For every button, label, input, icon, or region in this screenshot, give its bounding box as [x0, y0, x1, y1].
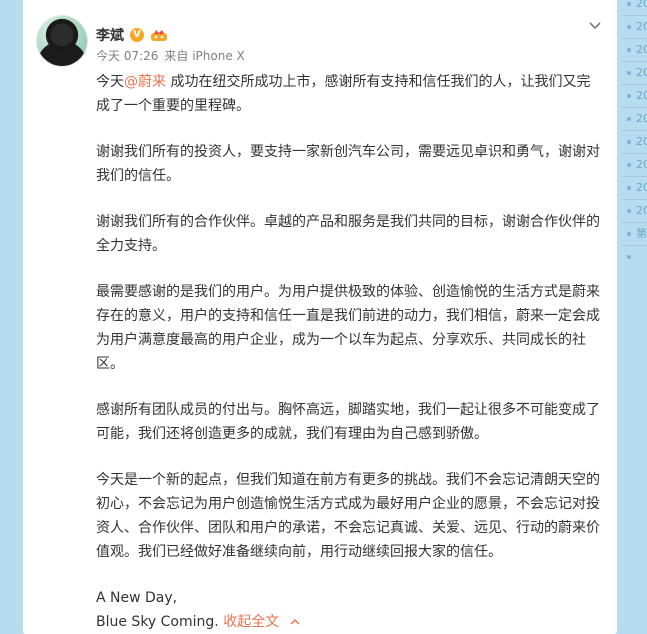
mention-link[interactable]: @蔚来 [124, 74, 166, 90]
post-paragraph: 谢谢我们所有的合作伙伴。卓越的产品和服务是我们共同的目标，谢谢合作伙伴的全力支持… [96, 214, 600, 254]
post-source: 来自 iPhone X [164, 49, 245, 63]
sidebar-year-item[interactable]: 20 [622, 153, 647, 176]
verified-badge: V [130, 28, 144, 42]
post-content: 今天@蔚来 成功在纽交所成功上市，感谢所有支持和信任我们的人，让我们又完成了一个… [96, 70, 604, 634]
sidebar-year-item[interactable]: 20 [622, 61, 647, 84]
sidebar-year-item[interactable]: 20 [622, 15, 647, 38]
post-paragraph: 今天是一个新的起点，但我们知道在前方有更多的挑战。我们不会忘记清朗天空的初心，不… [96, 472, 600, 560]
author-name[interactable]: 李斌 [96, 25, 124, 45]
post-closing: A New Day, Blue Sky Coming. 收起全文 [96, 586, 604, 634]
closing-line-2-row: Blue Sky Coming. 收起全文 [96, 610, 604, 634]
weibo-post-card: 李斌 V 今天 07:26 来自 iPhone X 今天@蔚来 成功在纽交所成功… [23, 0, 617, 634]
sidebar-year-item[interactable]: 20 [622, 199, 647, 222]
post-time[interactable]: 今天 07:26 [96, 47, 158, 64]
sidebar-year-item[interactable]: 20 [622, 0, 647, 15]
chevron-up-icon[interactable] [290, 617, 300, 627]
member-crown-icon[interactable] [150, 28, 168, 42]
closing-line-1: A New Day, [96, 590, 178, 606]
post-intro: 今天@蔚来 成功在纽交所成功上市，感谢所有支持和信任我们的人，让我们又完成了一个… [96, 70, 604, 118]
sidebar-year-item[interactable]: 20 [622, 176, 647, 199]
collapse-label[interactable]: 收起全文 [223, 614, 279, 630]
sidebar-year-item[interactable]: 20 [622, 84, 647, 107]
post-paragraph: 感谢所有团队成员的付出与。胸怀高远，脚踏实地，我们一起让很多不可能变成了可能，我… [96, 402, 600, 442]
year-sidebar: 20 20 20 20 20 20 20 20 20 20 第 [622, 0, 647, 623]
sidebar-year-item[interactable]: 第 [622, 222, 647, 245]
sidebar-year-item[interactable]: 20 [622, 107, 647, 130]
collapse-link[interactable]: 收起全文 [223, 614, 300, 630]
intro-before-mention: 今天 [96, 74, 124, 90]
chevron-down-icon[interactable] [587, 18, 603, 34]
post-meta: 今天 07:26 来自 iPhone X [96, 47, 245, 64]
intro-after-mention: 成功在纽交所成功上市，感谢所有支持和信任我们的人，让我们又完成了一个重要的里程碑… [96, 74, 591, 114]
sidebar-year-item [622, 245, 647, 268]
sidebar-year-item[interactable]: 20 [622, 38, 647, 61]
post-paragraph: 谢谢我们所有的投资人，要支持一家新创汽车公司，需要远见卓识和勇气，谢谢对我们的信… [96, 144, 600, 184]
post-paragraph: 最需要感谢的是我们的用户。为用户提供极致的体验、创造愉悦的生活方式是蔚来存在的意… [96, 284, 600, 372]
avatar[interactable] [37, 16, 87, 66]
sidebar-year-item[interactable]: 20 [622, 130, 647, 153]
author-row: 李斌 V [96, 25, 168, 45]
closing-line-2: Blue Sky Coming. [96, 614, 219, 630]
